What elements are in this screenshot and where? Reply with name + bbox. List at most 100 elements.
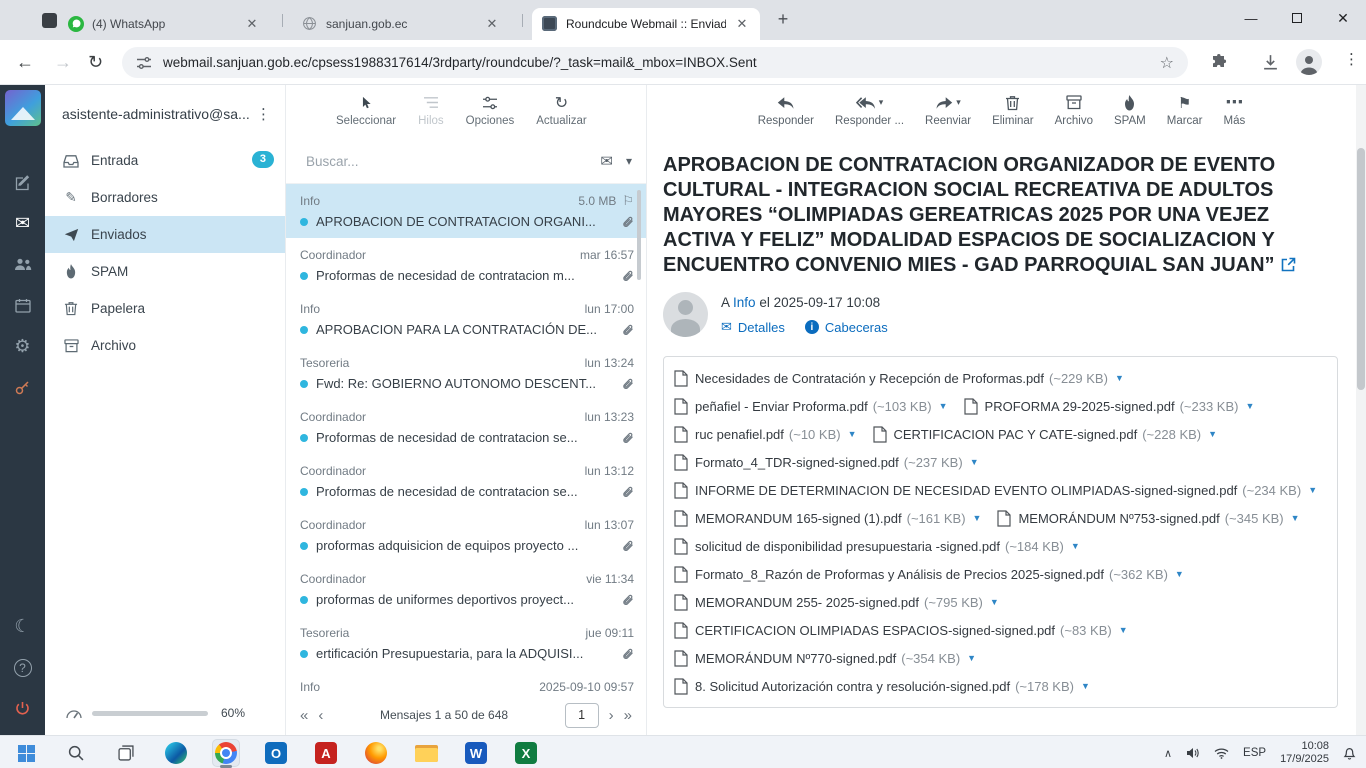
keyboard-language[interactable]: ESP: [1243, 747, 1266, 759]
page-scrollbar[interactable]: [1356, 85, 1366, 735]
message-list-item[interactable]: Coordinador vie 11:34 ⚐ proformas de uni…: [286, 562, 646, 616]
dropdown-caret-icon[interactable]: ▾: [956, 97, 961, 108]
attachment-item[interactable]: CERTIFICACION PAC Y CATE-signed.pdf (~22…: [873, 420, 1218, 448]
select-button[interactable]: Seleccionar: [336, 94, 396, 127]
attachment-item[interactable]: 8. Solicitud Autorización contra y resol…: [674, 672, 1090, 700]
task-view-icon[interactable]: [112, 739, 140, 767]
attachment-item[interactable]: peñafiel - Enviar Proforma.pdf (~103 KB)…: [674, 392, 948, 420]
word-icon[interactable]: W: [462, 739, 490, 767]
attachment-item[interactable]: Formato_4_TDR-signed-signed.pdf (~237 KB…: [674, 448, 979, 476]
attachment-name[interactable]: CERTIFICACION PAC Y CATE-signed.pdf: [894, 427, 1138, 442]
sidebar-item-spam[interactable]: SPAM: [45, 253, 285, 290]
message-list-item[interactable]: Coordinador lun 13:12 ⚐ Proformas de nec…: [286, 454, 646, 508]
sidebar-item-archivo[interactable]: Archivo: [45, 327, 285, 364]
app-logo[interactable]: [5, 90, 41, 126]
tab-close-icon[interactable]: ✕: [734, 16, 750, 32]
attachment-menu-chevron-icon[interactable]: ▼: [990, 597, 999, 607]
message-list-item[interactable]: Tesoreria lun 13:24 ⚐ Fwd: Re: GOBIERNO …: [286, 346, 646, 400]
attachment-menu-chevron-icon[interactable]: ▼: [939, 401, 948, 411]
attachment-menu-chevron-icon[interactable]: ▼: [1208, 429, 1217, 439]
logout-power-icon[interactable]: [0, 688, 45, 729]
attachment-menu-chevron-icon[interactable]: ▼: [1245, 401, 1254, 411]
attachment-menu-chevron-icon[interactable]: ▼: [1115, 373, 1124, 383]
file-explorer-icon[interactable]: [412, 739, 440, 767]
first-page-icon[interactable]: «: [300, 708, 308, 723]
last-page-icon[interactable]: »: [624, 708, 632, 723]
attachment-name[interactable]: solicitud de disponibilidad presupuestar…: [695, 539, 1000, 554]
refresh-button[interactable]: ↻ Actualizar: [536, 94, 587, 127]
options-button[interactable]: Opciones: [466, 94, 515, 127]
spam-button[interactable]: SPAM: [1114, 94, 1146, 139]
acrobat-icon[interactable]: A: [312, 739, 340, 767]
outlook-icon[interactable]: O: [262, 739, 290, 767]
archive-button[interactable]: Archivo: [1055, 94, 1093, 139]
attachment-item[interactable]: PROFORMA 29-2025-signed.pdf (~233 KB) ▼: [964, 392, 1255, 420]
attachment-item[interactable]: MEMORANDUM 255- 2025-signed.pdf (~795 KB…: [674, 588, 999, 616]
notifications-bell-icon[interactable]: [1343, 746, 1356, 760]
attachment-item[interactable]: Necesidades de Contratación y Recepción …: [674, 364, 1124, 392]
attachment-name[interactable]: MEMORÁNDUM Nº753-signed.pdf: [1018, 511, 1219, 526]
attachment-name[interactable]: MEMORANDUM 165-signed (1).pdf: [695, 511, 902, 526]
url-bar[interactable]: webmail.sanjuan.gob.ec/cpsess1988317614/…: [122, 47, 1188, 78]
help-icon[interactable]: ?: [0, 647, 45, 688]
message-list-item[interactable]: Tesoreria jue 09:11 ⚐ ertificación Presu…: [286, 616, 646, 670]
attachment-name[interactable]: Formato_4_TDR-signed-signed.pdf: [695, 455, 899, 470]
attachment-menu-chevron-icon[interactable]: ▼: [1081, 681, 1090, 691]
message-list-item[interactable]: Coordinador mar 16:57 ⚐ Proformas de nec…: [286, 238, 646, 292]
back-button[interactable]: ←: [16, 51, 34, 73]
recipient-link[interactable]: Info: [733, 295, 756, 310]
account-menu-icon[interactable]: ⋮: [250, 105, 277, 123]
compose-icon[interactable]: [0, 162, 45, 203]
url-text[interactable]: webmail.sanjuan.gob.ec/cpsess1988317614/…: [163, 55, 1149, 70]
attachment-item[interactable]: MEMORANDUM 165-signed (1).pdf (~161 KB) …: [674, 504, 981, 532]
page-input[interactable]: [565, 703, 599, 728]
sidebar-item-enviados[interactable]: Enviados: [45, 216, 285, 253]
more-button[interactable]: ⋯ Más: [1224, 94, 1246, 139]
chrome-icon[interactable]: [212, 739, 240, 767]
search-scope-mail-icon[interactable]: ✉: [600, 152, 613, 170]
site-settings-icon[interactable]: [136, 56, 152, 70]
attachment-menu-chevron-icon[interactable]: ▼: [1308, 485, 1317, 495]
attachment-name[interactable]: CERTIFICACION OLIMPIADAS ESPACIOS-signed…: [695, 623, 1055, 638]
delete-button[interactable]: Eliminar: [992, 94, 1034, 139]
attachment-item[interactable]: MEMORÁNDUM Nº770-signed.pdf (~354 KB) ▼: [674, 644, 976, 672]
attachment-item[interactable]: CERTIFICACION OLIMPIADAS ESPACIOS-signed…: [674, 616, 1128, 644]
pinned-tab-icon[interactable]: [42, 13, 57, 28]
downloads-icon[interactable]: [1262, 54, 1279, 76]
attachment-menu-chevron-icon[interactable]: ▼: [1291, 513, 1300, 523]
attachment-name[interactable]: MEMORÁNDUM Nº770-signed.pdf: [695, 651, 896, 666]
forward-button[interactable]: ▾ Reenviar: [925, 94, 971, 139]
edge-icon[interactable]: [162, 739, 190, 767]
open-in-new-window-icon[interactable]: [1281, 254, 1296, 279]
contacts-icon[interactable]: [0, 244, 45, 285]
page-scrollbar-thumb[interactable]: [1357, 148, 1365, 390]
window-maximize-button[interactable]: [1274, 0, 1320, 36]
prev-page-icon[interactable]: ‹: [318, 708, 323, 723]
extensions-icon[interactable]: [1211, 54, 1227, 75]
attachment-item[interactable]: solicitud de disponibilidad presupuestar…: [674, 532, 1080, 560]
attachment-name[interactable]: Formato_8_Razón de Proformas y Análisis …: [695, 567, 1104, 582]
mail-section-icon[interactable]: ✉: [0, 203, 45, 244]
reload-button[interactable]: ↻: [88, 51, 103, 73]
firefox-icon[interactable]: [362, 739, 390, 767]
mark-button[interactable]: ⚑ Marcar: [1167, 94, 1203, 139]
sidebar-item-borradores[interactable]: ✎ Borradores: [45, 179, 285, 216]
attachment-name[interactable]: ruc penafiel.pdf: [695, 427, 784, 442]
attachment-menu-chevron-icon[interactable]: ▼: [973, 513, 982, 523]
tab-sanjuan[interactable]: sanjuan.gob.ec ✕: [292, 8, 510, 40]
details-link[interactable]: ✉ Detalles: [721, 319, 785, 335]
attachment-name[interactable]: MEMORANDUM 255- 2025-signed.pdf: [695, 595, 919, 610]
taskbar-search-icon[interactable]: [62, 739, 90, 767]
message-list-item[interactable]: Coordinador lun 13:23 ⚐ Proformas de nec…: [286, 400, 646, 454]
tab-roundcube-active[interactable]: Roundcube Webmail :: Enviado... ✕: [532, 8, 760, 40]
message-list-item[interactable]: Info 5.0 MB ⚐ APROBACION DE CONTRATACION…: [286, 184, 646, 238]
attachment-menu-chevron-icon[interactable]: ▼: [1071, 541, 1080, 551]
settings-gear-icon[interactable]: ⚙: [0, 326, 45, 367]
attachment-item[interactable]: INFORME DE DETERMINACION DE NECESIDAD EV…: [674, 476, 1317, 504]
volume-icon[interactable]: [1186, 747, 1200, 759]
sidebar-item-papelera[interactable]: Papelera: [45, 290, 285, 327]
attachment-item[interactable]: ruc penafiel.pdf (~10 KB) ▼: [674, 420, 857, 448]
message-list-item[interactable]: Info 2025-09-10 09:57 ⚐: [286, 670, 646, 695]
tab-whatsapp[interactable]: (4) WhatsApp ✕: [58, 8, 270, 40]
new-tab-button[interactable]: +: [772, 9, 794, 31]
